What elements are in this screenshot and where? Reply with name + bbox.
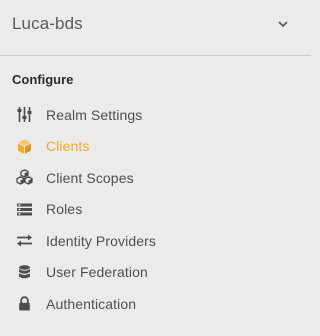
exchange-arrows-icon — [16, 232, 33, 249]
sidebar-item-label: Realm Settings — [46, 106, 143, 123]
lock-icon — [16, 295, 33, 312]
sidebar-item-label: Authentication — [46, 295, 137, 312]
sidebar-item-realm-settings[interactable]: Realm Settings — [0, 99, 311, 131]
sidebar-item-label: Identity Providers — [46, 232, 156, 249]
section-title: Configure — [12, 72, 74, 87]
sidebar-item-roles[interactable]: Roles — [0, 194, 311, 226]
sidebar-item-user-federation[interactable]: User Federation — [0, 257, 311, 289]
sidebar-nav: Realm Settings Clients Client Scopes Rol… — [0, 99, 311, 320]
sidebar-item-identity-providers[interactable]: Identity Providers — [0, 225, 311, 257]
sidebar-item-client-scopes[interactable]: Client Scopes — [0, 162, 311, 194]
sidebar-item-clients[interactable]: Clients — [0, 131, 311, 163]
sidebar-item-authentication[interactable]: Authentication — [0, 288, 311, 320]
database-icon — [16, 264, 33, 281]
chevron-down-icon[interactable] — [277, 18, 289, 30]
cube-icon — [16, 138, 33, 155]
sidebar-item-label: Clients — [46, 138, 90, 155]
sidebar-item-label: Roles — [46, 201, 83, 218]
sidebar-item-label: User Federation — [46, 264, 148, 281]
list-icon — [16, 201, 33, 218]
sliders-icon — [16, 106, 33, 123]
realm-name: Luca-bds — [12, 14, 83, 33]
divider — [0, 55, 311, 56]
sidebar-item-label: Client Scopes — [46, 169, 134, 186]
cubes-icon — [16, 169, 33, 186]
realm-selector[interactable]: Luca-bds — [0, 0, 311, 48]
